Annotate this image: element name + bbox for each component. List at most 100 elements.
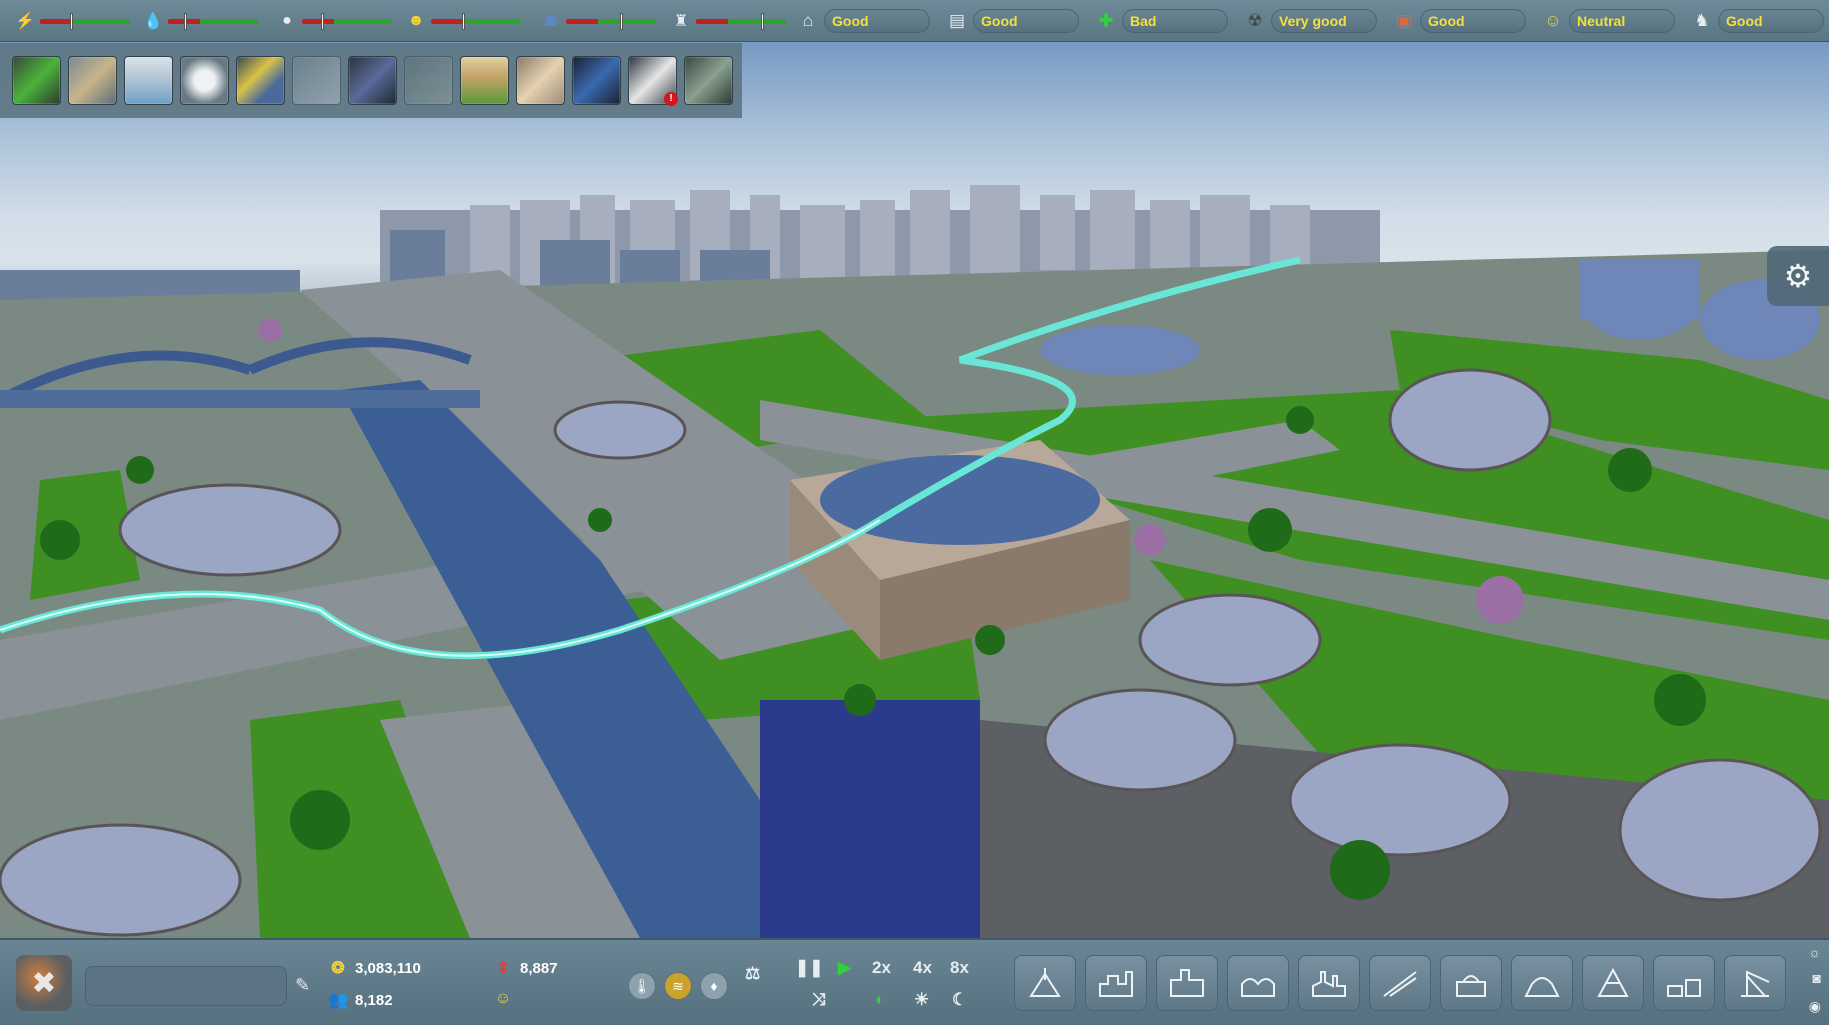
workers-meter-marker — [462, 12, 466, 30]
tool-palette: ! — [0, 43, 742, 118]
rating-environment-value: Very good — [1271, 9, 1377, 33]
terraform-tool[interactable] — [12, 56, 61, 105]
day-button[interactable]: ☀ — [914, 990, 929, 1010]
water-meter: 💧 — [142, 8, 258, 34]
build-landmark-button[interactable] — [1511, 955, 1573, 1011]
commercial-build-icon — [1241, 978, 1275, 997]
rating-health[interactable]: ✚ Bad — [1094, 7, 1228, 35]
police-meter-marker — [619, 12, 623, 30]
industrial-build-icon — [1170, 969, 1204, 997]
landscape-tool[interactable] — [460, 56, 509, 105]
build-crane-button[interactable] — [1724, 955, 1786, 1011]
balance-button[interactable]: ⚖ — [745, 964, 760, 984]
population-display: 👥 8,182 — [325, 990, 393, 1010]
rating-culture[interactable]: ☺ Neutral — [1541, 7, 1675, 35]
rating-culture-value: Neutral — [1569, 9, 1675, 33]
city-viewport[interactable] — [0, 0, 1829, 1025]
moon-icon: ☾ — [952, 990, 968, 1009]
transport-tool[interactable] — [348, 56, 397, 105]
coins-icon: ❂ — [331, 960, 345, 977]
night-button[interactable]: ☾ — [952, 990, 967, 1010]
build-industrial-button[interactable] — [1156, 955, 1218, 1011]
thermometer-icon: 🌡 — [633, 977, 651, 994]
build-services-button[interactable] — [1440, 955, 1502, 1011]
power-meter: ⚡ — [14, 8, 130, 34]
rating-leisure-value: Good — [1718, 9, 1824, 33]
city-scene — [0, 185, 1829, 938]
bottom-bar: ✖ ✎ ❂ 3,083,110 👥 8,182 ⇕ 8,887 ☺ 🌡 ≋ ♦ … — [0, 938, 1829, 1025]
rating-safety-value: Good — [1420, 9, 1526, 33]
alert-badge: ! — [664, 92, 678, 106]
speed-4x-button[interactable]: 4x — [913, 958, 932, 978]
dome-build-icon — [1597, 967, 1629, 997]
leisure-icon: ♞ — [1694, 11, 1710, 30]
day-night-cycle-button[interactable]: ◐ — [875, 990, 885, 1010]
speed-8x-button[interactable]: 8x — [950, 958, 969, 978]
park-tool[interactable] — [404, 56, 453, 105]
rating-housing[interactable]: ⌂ Good — [796, 7, 930, 35]
residential-build-icon — [1099, 971, 1133, 997]
messages-tool[interactable]: ! — [628, 56, 678, 106]
shuffle-button[interactable]: ⤨ — [812, 990, 826, 1010]
build-residential-button[interactable] — [1085, 955, 1147, 1011]
camera-icon[interactable]: ◙ — [1813, 970, 1821, 986]
storage-build-icon — [1667, 979, 1701, 997]
traffic-tool[interactable] — [572, 56, 621, 105]
population-value: 8,182 — [355, 991, 393, 1009]
build-storage-button[interactable] — [1653, 955, 1715, 1011]
policy-tool[interactable] — [516, 56, 565, 105]
air-view-button[interactable]: ≋ — [664, 972, 692, 1000]
water-meter-track — [168, 12, 258, 30]
speed-2x-button[interactable]: 2x — [872, 958, 891, 978]
build-factory-button[interactable] — [1298, 955, 1360, 1011]
pause-icon: ❚❚ — [795, 958, 824, 977]
settings-button[interactable]: ⚙ — [1767, 246, 1829, 306]
pause-button[interactable]: ❚❚ — [795, 958, 824, 978]
housing-icon: ⌂ — [802, 11, 814, 30]
build-dome-button[interactable] — [1582, 955, 1644, 1011]
rating-housing-value: Good — [824, 9, 930, 33]
zoning-tool[interactable] — [68, 56, 117, 105]
waste-meter: ● — [276, 8, 392, 34]
bulldoze-tools-button[interactable]: ✖ — [16, 955, 72, 1011]
growth-arrows-icon: ⇕ — [496, 960, 510, 977]
education-icon: ▤ — [948, 11, 966, 30]
growth-value: 8,887 — [520, 959, 558, 977]
water-meter-marker — [183, 12, 187, 30]
build-energy-button[interactable] — [1014, 955, 1076, 1011]
rating-leisure[interactable]: ♞ Good — [1690, 7, 1824, 35]
police-meter: ☗ — [540, 8, 656, 34]
culture-icon: ☺ — [1544, 11, 1562, 30]
build-commercial-button[interactable] — [1227, 955, 1289, 1011]
temperature-view-button[interactable]: 🌡 — [628, 972, 656, 1000]
water-drop-icon: 💧 — [143, 13, 163, 30]
trash-bag-icon: ● — [282, 12, 292, 29]
build-road-button[interactable] — [1369, 955, 1431, 1011]
safety-icon: ▣ — [1395, 11, 1413, 30]
fire-icon: ♜ — [673, 13, 689, 30]
city-name-field[interactable] — [85, 966, 287, 1006]
eye-icon[interactable]: ◉ — [1809, 998, 1821, 1015]
research-tool[interactable] — [292, 56, 341, 105]
play-button[interactable]: ▶ — [838, 958, 851, 978]
wind-icon: ≋ — [672, 977, 684, 994]
rating-environment[interactable]: ☢ Very good — [1243, 7, 1377, 35]
info-tool[interactable] — [180, 56, 229, 105]
happiness-display: ☺ — [490, 990, 520, 1008]
road-build-icon — [1383, 971, 1417, 997]
rating-safety[interactable]: ▣ Good — [1392, 7, 1526, 35]
happy-face-icon: ☺ — [494, 990, 512, 1007]
scales-icon: ⚖ — [745, 964, 761, 983]
play-icon: ▶ — [838, 958, 852, 977]
services-tool[interactable] — [236, 56, 285, 105]
sun-icon: ☀ — [914, 990, 930, 1009]
library-tool[interactable] — [684, 56, 733, 105]
waste-meter-marker — [321, 12, 325, 30]
statistics-tool[interactable] — [124, 56, 173, 105]
worker-icon: ☻ — [407, 12, 425, 29]
weather-icon[interactable]: ☼ — [1808, 944, 1821, 960]
water-view-button[interactable]: ♦ — [700, 972, 728, 1000]
shuffle-icon: ⤨ — [812, 990, 826, 1009]
edit-name-icon[interactable]: ✎ — [295, 975, 310, 996]
rating-education[interactable]: ▤ Good — [945, 7, 1079, 35]
